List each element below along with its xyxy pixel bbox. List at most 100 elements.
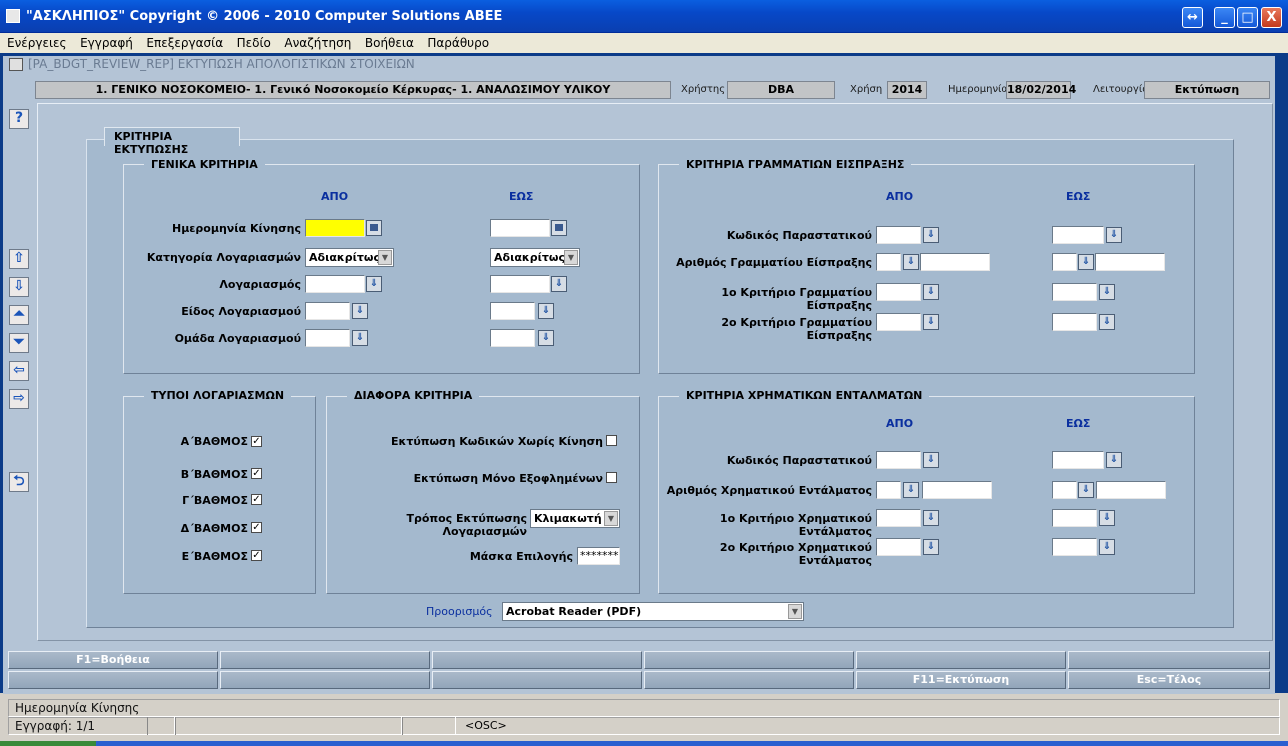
list-of-values-icon[interactable]: ⇓ — [551, 276, 567, 292]
account-group-to-input[interactable] — [490, 329, 535, 347]
list-of-values-icon[interactable]: ⇓ — [923, 227, 939, 243]
print-mode-value: Κλιμακωτή — [534, 512, 602, 525]
back-icon[interactable]: ⮌ — [9, 472, 29, 492]
receipt-series-from-input[interactable] — [876, 253, 901, 271]
fkey-slot-7 — [8, 671, 218, 689]
list-of-values-icon[interactable]: ⇓ — [1099, 510, 1115, 526]
list-of-values-icon[interactable]: ⇓ — [903, 254, 919, 270]
calendar-icon[interactable] — [366, 220, 382, 236]
account-type-from-input[interactable] — [305, 302, 350, 320]
first-record-icon[interactable]: ⇧ — [9, 249, 29, 269]
list-of-values-icon[interactable]: ⇓ — [1078, 254, 1094, 270]
list-of-values-icon[interactable]: ⇓ — [923, 539, 939, 555]
fkey-slot-2 — [220, 651, 430, 669]
list-of-values-icon[interactable]: ⇓ — [923, 510, 939, 526]
fkey-slot-8 — [220, 671, 430, 689]
list-of-values-icon[interactable]: ⇓ — [923, 314, 939, 330]
next-record-icon[interactable]: ⏷ — [9, 333, 29, 353]
last-record-icon[interactable]: ⇩ — [9, 277, 29, 297]
account-to-input[interactable] — [490, 275, 550, 293]
level-b-checkbox[interactable]: ✓ — [251, 468, 262, 479]
receipt-number-to-input[interactable] — [1095, 253, 1165, 271]
movement-date-from-input[interactable] — [305, 219, 365, 237]
mask-input[interactable]: ******* — [577, 547, 620, 565]
payment-doc-code-from-input[interactable] — [876, 451, 921, 469]
menu-field[interactable]: Πεδίο — [230, 33, 274, 50]
menu-actions[interactable]: Ενέργειες — [0, 33, 70, 50]
f11-print-button[interactable]: F11=Εκτύπωση — [856, 671, 1066, 689]
form-icon — [9, 58, 23, 71]
list-of-values-icon[interactable]: ⇓ — [1099, 314, 1115, 330]
arrow-right-icon[interactable]: ⇨ — [9, 389, 29, 409]
level-c-checkbox[interactable]: ✓ — [251, 494, 262, 505]
level-a-checkbox[interactable]: ✓ — [251, 436, 262, 447]
movement-date-label: Ημερομηνία Κίνησης — [172, 222, 301, 235]
list-of-values-icon[interactable]: ⇓ — [352, 303, 368, 319]
receipt-criterion2-to-input[interactable] — [1052, 313, 1097, 331]
account-category-to-select[interactable]: Αδιακρίτως ▼ — [490, 248, 580, 267]
receipt-number-from-input[interactable] — [920, 253, 990, 271]
chevron-down-icon[interactable]: ▼ — [788, 604, 802, 619]
payment-criterion2-to-input[interactable] — [1052, 538, 1097, 556]
list-of-values-icon[interactable]: ⇓ — [1099, 539, 1115, 555]
level-d-checkbox[interactable]: ✓ — [251, 522, 262, 533]
list-of-values-icon[interactable]: ⇓ — [1106, 227, 1122, 243]
misc-criteria-title: ΔΙΑΦΟΡΑ ΚΡΙΤΗΡΙΑ — [347, 389, 480, 402]
level-e-checkbox[interactable]: ✓ — [251, 550, 262, 561]
list-of-values-icon[interactable]: ⇓ — [538, 330, 554, 346]
calendar-icon[interactable] — [551, 220, 567, 236]
receipt-criterion2-from-input[interactable] — [876, 313, 921, 331]
chevron-down-icon[interactable]: ▼ — [564, 250, 578, 265]
payment-criterion1-from-input[interactable] — [876, 509, 921, 527]
level-c-label: Γ΄ΒΑΘΜΟΣ — [182, 494, 248, 507]
payment-number-to-input[interactable] — [1096, 481, 1166, 499]
payment-number-from-input[interactable] — [922, 481, 992, 499]
no-movement-checkbox[interactable] — [606, 435, 617, 446]
receipt-doc-code-to-input[interactable] — [1052, 226, 1104, 244]
payment-doc-code-to-input[interactable] — [1052, 451, 1104, 469]
receipt-series-to-input[interactable] — [1052, 253, 1077, 271]
resize-icon[interactable]: ↔ — [1182, 7, 1203, 28]
account-from-input[interactable] — [305, 275, 365, 293]
list-of-values-icon[interactable]: ⇓ — [1106, 452, 1122, 468]
help-icon[interactable]: ? — [9, 109, 29, 129]
close-button[interactable]: X — [1261, 7, 1282, 28]
account-category-from-select[interactable]: Αδιακρίτως ▼ — [305, 248, 394, 267]
previous-record-icon[interactable]: ⏶ — [9, 305, 29, 325]
account-group-from-input[interactable] — [305, 329, 350, 347]
chevron-down-icon[interactable]: ▼ — [378, 250, 392, 265]
menu-search[interactable]: Αναζήτηση — [277, 33, 354, 50]
esc-exit-button[interactable]: Esc=Τέλος — [1068, 671, 1270, 689]
list-of-values-icon[interactable]: ⇓ — [903, 482, 919, 498]
f1-help-button[interactable]: F1=Βοήθεια — [8, 651, 218, 669]
movement-date-to-input[interactable] — [490, 219, 550, 237]
minimize-button[interactable]: _ — [1214, 7, 1235, 28]
payment-criterion1-to-input[interactable] — [1052, 509, 1097, 527]
list-of-values-icon[interactable]: ⇓ — [923, 284, 939, 300]
print-mode-select[interactable]: Κλιμακωτή ▼ — [530, 509, 620, 528]
receipt-criterion1-from-input[interactable] — [876, 283, 921, 301]
list-of-values-icon[interactable]: ⇓ — [538, 303, 554, 319]
payment-series-from-input[interactable] — [876, 481, 901, 499]
fkey-slot-3 — [432, 651, 642, 669]
menu-help[interactable]: Βοήθεια — [358, 33, 417, 50]
list-of-values-icon[interactable]: ⇓ — [923, 452, 939, 468]
receipt-doc-code-from-input[interactable] — [876, 226, 921, 244]
payment-series-to-input[interactable] — [1052, 481, 1077, 499]
tab-print-criteria[interactable]: ΚΡΙΤΗΡΙΑ ΕΚΤΥΠΩΣΗΣ — [104, 127, 240, 156]
maximize-button[interactable]: □ — [1237, 7, 1258, 28]
chevron-down-icon[interactable]: ▼ — [604, 511, 618, 526]
list-of-values-icon[interactable]: ⇓ — [1078, 482, 1094, 498]
paid-only-checkbox[interactable] — [606, 472, 617, 483]
list-of-values-icon[interactable]: ⇓ — [352, 330, 368, 346]
receipt-criterion1-to-input[interactable] — [1052, 283, 1097, 301]
account-type-to-input[interactable] — [490, 302, 535, 320]
list-of-values-icon[interactable]: ⇓ — [366, 276, 382, 292]
arrow-left-icon[interactable]: ⇦ — [9, 361, 29, 381]
menu-record[interactable]: Εγγραφή — [73, 33, 136, 50]
menu-edit[interactable]: Επεξεργασία — [139, 33, 226, 50]
payment-criterion2-from-input[interactable] — [876, 538, 921, 556]
destination-select[interactable]: Acrobat Reader (PDF) ▼ — [502, 602, 804, 621]
list-of-values-icon[interactable]: ⇓ — [1099, 284, 1115, 300]
menu-window[interactable]: Παράθυρο — [420, 33, 492, 50]
